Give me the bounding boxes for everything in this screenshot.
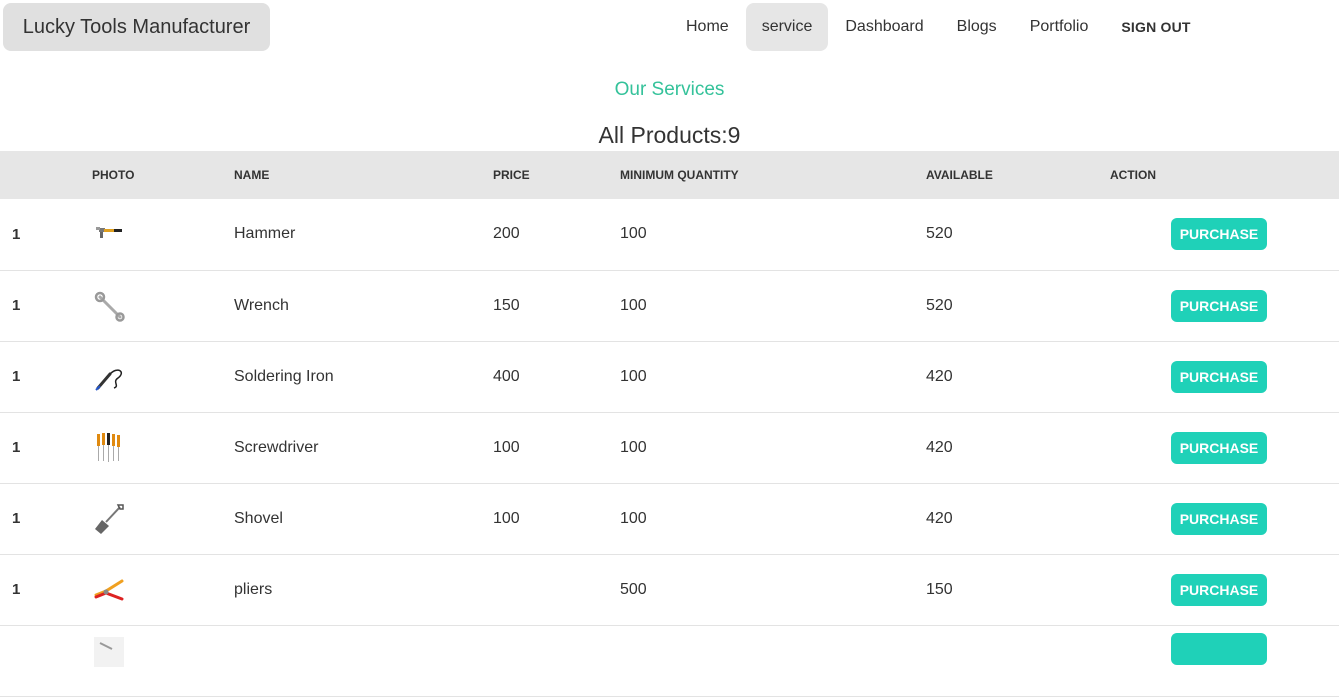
row-index: 1	[12, 368, 21, 385]
wrench-icon	[94, 291, 125, 322]
nav-home[interactable]: Home	[670, 3, 745, 51]
table-row	[0, 625, 1339, 696]
product-available: 420	[926, 438, 953, 456]
table-row: 1 pliers 500 150 PURCHASE	[0, 554, 1339, 625]
product-available: 150	[926, 580, 953, 598]
soldering-iron-icon	[95, 368, 122, 391]
product-price	[493, 554, 620, 625]
action-cell	[1110, 625, 1339, 696]
nav-dashboard[interactable]: Dashboard	[829, 3, 939, 51]
table-row: 1 Wrench 150 100 520 PURCHASE	[0, 270, 1339, 341]
product-price: 100	[493, 509, 520, 527]
row-index	[0, 625, 92, 696]
hammer-icon	[96, 227, 122, 239]
product-price: 100	[493, 438, 520, 456]
product-available: 520	[926, 296, 953, 314]
header-action: ACTION	[1110, 168, 1156, 182]
product-name: Screwdriver	[234, 438, 319, 456]
header-photo: PHOTO	[92, 168, 135, 182]
action-cell: PURCHASE	[1110, 554, 1339, 625]
photo-cell	[92, 270, 234, 341]
nav-menu: Home service Dashboard Blogs Portfolio S…	[670, 3, 1208, 51]
product-available: 420	[926, 509, 953, 527]
table-row: 1 Screwdriver 100 100 420 PURCHASE	[0, 412, 1339, 483]
product-available: 520	[926, 225, 953, 243]
product-name: pliers	[234, 580, 273, 598]
purchase-button[interactable]: PURCHASE	[1171, 502, 1267, 535]
nav-portfolio[interactable]: Portfolio	[1014, 3, 1105, 51]
products-table: PHOTO NAME PRICE MINIMUM QUANTITY AVAILA…	[0, 151, 1339, 697]
header-min-quantity: MINIMUM QUANTITY	[620, 168, 739, 182]
photo-cell	[92, 199, 234, 270]
product-price: 400	[493, 367, 520, 385]
brand-logo[interactable]: Lucky Tools Manufacturer	[3, 3, 270, 51]
sign-out-button[interactable]: SIGN OUT	[1105, 3, 1206, 51]
header-name: NAME	[234, 168, 270, 182]
purchase-button[interactable]: PURCHASE	[1171, 218, 1267, 251]
action-cell: PURCHASE	[1110, 270, 1339, 341]
product-name: Soldering Iron	[234, 367, 334, 385]
navbar: Lucky Tools Manufacturer Home service Da…	[0, 0, 1339, 54]
photo-cell	[92, 554, 234, 625]
product-price: 200	[493, 225, 520, 243]
row-index: 1	[12, 581, 21, 598]
header-index	[0, 151, 92, 199]
product-name: Wrench	[234, 296, 289, 314]
product-name	[234, 625, 493, 696]
product-name: Shovel	[234, 509, 283, 527]
product-min-quantity	[620, 625, 926, 696]
product-price: 150	[493, 296, 520, 314]
row-index: 1	[12, 510, 21, 527]
purchase-button[interactable]: PURCHASE	[1171, 360, 1267, 393]
action-cell: PURCHASE	[1110, 412, 1339, 483]
nav-service[interactable]: service	[745, 3, 829, 51]
row-index: 1	[12, 439, 21, 456]
photo-cell	[92, 625, 234, 696]
row-index: 1	[12, 297, 21, 314]
pliers-icon	[94, 579, 124, 600]
product-available: 420	[926, 367, 953, 385]
table-row: 1 Shovel 100 100 420 PURCHASE	[0, 483, 1339, 554]
row-index: 1	[12, 225, 21, 243]
purchase-button[interactable]: PURCHASE	[1171, 289, 1267, 322]
nav-blogs[interactable]: Blogs	[941, 3, 1013, 51]
product-min-quantity: 100	[620, 509, 647, 527]
product-min-quantity: 500	[620, 580, 647, 598]
product-price	[493, 625, 620, 696]
product-min-quantity: 100	[620, 296, 647, 314]
photo-cell	[92, 341, 234, 412]
product-min-quantity: 100	[620, 438, 647, 456]
purchase-button[interactable]: PURCHASE	[1171, 431, 1267, 464]
purchase-button[interactable]	[1171, 633, 1267, 665]
table-row: 1 Soldering Iron 400 100 420 PURCHASE	[0, 341, 1339, 412]
action-cell: PURCHASE	[1110, 341, 1339, 412]
action-cell: PURCHASE	[1110, 199, 1339, 270]
photo-cell	[92, 483, 234, 554]
product-min-quantity: 100	[620, 225, 647, 243]
header-available: AVAILABLE	[926, 168, 993, 182]
products-count-title: All Products:9	[598, 122, 741, 148]
action-cell: PURCHASE	[1110, 483, 1339, 554]
product-name: Hammer	[234, 225, 296, 243]
purchase-button[interactable]: PURCHASE	[1171, 573, 1267, 606]
photo-cell	[92, 412, 234, 483]
screwdriver-icon	[97, 432, 120, 462]
product-min-quantity: 100	[620, 367, 647, 385]
product-available	[926, 625, 1110, 696]
section-title: Our Services	[614, 79, 725, 100]
header-price: PRICE	[493, 168, 530, 182]
table-row: 1 Hammer 200 100 520 PURCHASE	[0, 199, 1339, 270]
table-header-row: PHOTO NAME PRICE MINIMUM QUANTITY AVAILA…	[0, 151, 1339, 199]
shovel-icon	[95, 503, 124, 534]
